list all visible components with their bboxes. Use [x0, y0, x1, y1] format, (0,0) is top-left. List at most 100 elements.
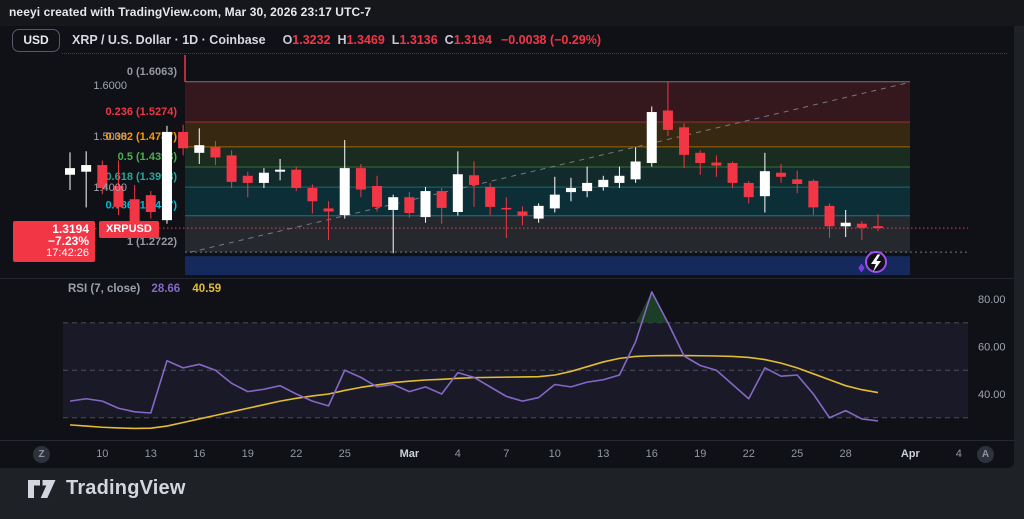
axis-date-label: 10 — [87, 448, 117, 460]
candle-body — [485, 187, 495, 207]
candle-body — [598, 180, 608, 187]
axis-date-label: 16 — [637, 448, 667, 460]
candle-body — [130, 199, 140, 223]
axis-date-label: 7 — [491, 448, 521, 460]
rsi-scale-label: 40.00 — [978, 389, 1006, 401]
axis-date-label: Apr — [895, 448, 925, 460]
axis-date-label: 22 — [734, 448, 764, 460]
candle-body — [291, 170, 301, 188]
candle-body — [437, 191, 447, 208]
symbol-legend: XRP / U.S. Dollar · 1D · Coinbase O1.3232… — [72, 33, 601, 47]
symbol-price-tag: XRPUSD — [99, 221, 159, 238]
ohlc-letter: O — [283, 33, 293, 47]
candle-body — [243, 176, 253, 183]
candle-body — [776, 173, 786, 177]
candle-body — [356, 168, 366, 189]
axis-date-label: 25 — [330, 448, 360, 460]
axis-date-label: 4 — [944, 448, 974, 460]
candle-body — [501, 208, 511, 210]
chart-header: USD XRP / U.S. Dollar · 1D · CoinbaseO1.… — [0, 26, 1014, 54]
candle-body — [841, 223, 851, 227]
candle-body — [711, 163, 721, 166]
axis-date-label: 22 — [281, 448, 311, 460]
ohlc-number: 1.3136 — [399, 33, 437, 47]
candle-body — [695, 153, 705, 163]
rsi-scale-label: 80.00 — [978, 294, 1006, 306]
ohlc-number: 1.3469 — [347, 33, 385, 47]
currency-toggle-button[interactable]: USD — [12, 29, 60, 52]
fib-extension-band — [185, 256, 910, 275]
fib-level-label: 0 (1.6063) — [127, 66, 177, 78]
candle-body — [663, 111, 673, 130]
candle-body — [421, 191, 431, 217]
candle-body — [340, 168, 350, 215]
candle-body — [372, 186, 382, 207]
candle-body — [679, 127, 689, 155]
time-axis[interactable]: 101316192225Mar4710131619222528Apr4ZA — [0, 440, 1014, 468]
fib-level-label: 0.236 (1.5274) — [105, 106, 177, 118]
candle-body — [275, 170, 285, 172]
scroll-left-button[interactable]: Z — [33, 446, 50, 463]
candle-body — [792, 179, 802, 184]
fib-band — [185, 216, 910, 252]
rsi-overbought-fill — [70, 292, 878, 323]
axis-date-label: 10 — [540, 448, 570, 460]
candle-body — [582, 183, 592, 191]
candle-body — [550, 195, 560, 209]
symbol-title: XRP / U.S. Dollar · 1D · Coinbase — [72, 33, 266, 47]
price-scale-label: 1.6000 — [93, 80, 127, 92]
candle-body — [760, 171, 770, 196]
candle-body — [728, 163, 738, 183]
candle-body — [146, 195, 156, 212]
rsi-pane[interactable]: 80.00 60.00 40.00 — [0, 278, 1014, 440]
candle-body — [566, 188, 576, 192]
candle-body — [324, 208, 334, 211]
candle-body — [162, 132, 172, 220]
candle-body — [453, 174, 463, 212]
price-pane[interactable]: 0 (1.6063)0.236 (1.5274)0.382 (1.4787)0.… — [0, 55, 1014, 278]
candle-body — [873, 226, 883, 228]
candle-body — [65, 168, 75, 175]
ohlc-number: 1.3194 — [454, 33, 492, 47]
bar-countdown: 17:42:26 — [17, 247, 89, 259]
ohlc-number: 1.3232 — [292, 33, 330, 47]
attribution-text: neeyi created with TradingView.com, Mar … — [9, 5, 371, 19]
candle-body — [825, 206, 835, 226]
candle-body — [744, 183, 754, 197]
fib-band — [185, 122, 910, 147]
candle-body — [647, 112, 657, 163]
scroll-right-button[interactable]: A — [977, 446, 994, 463]
rsi-scale-label: 60.00 — [978, 342, 1006, 354]
chart-card: USD XRP / U.S. Dollar · 1D · CoinbaseO1.… — [0, 26, 1014, 468]
axis-date-label: 28 — [831, 448, 861, 460]
ohlc-values: O1.3232H1.3469L1.3136C1.3194 — [276, 33, 492, 47]
axis-date-label: Mar — [394, 448, 424, 460]
candle-body — [614, 176, 624, 183]
candle-body — [194, 145, 204, 153]
candle-body — [388, 197, 398, 210]
candle-body — [517, 211, 527, 215]
candle-body — [307, 188, 317, 201]
last-price-badge: 1.3194 −7.23% 17:42:26 — [13, 221, 95, 262]
candle-body — [259, 173, 269, 183]
axis-date-label: 4 — [443, 448, 473, 460]
fib-band — [185, 147, 910, 167]
candle-body — [469, 175, 479, 185]
candle-body — [210, 147, 220, 157]
attribution-bar: neeyi created with TradingView.com, Mar … — [0, 0, 1024, 26]
tradingview-logo[interactable]: TradingView — [27, 477, 186, 500]
candle-body — [81, 165, 91, 172]
candle-body — [178, 132, 188, 148]
header-separator — [62, 53, 1007, 54]
ohlc-letter: C — [445, 33, 454, 47]
axis-date-label: 13 — [588, 448, 618, 460]
ohlc-letter: H — [338, 33, 347, 47]
tradingview-logo-icon — [27, 478, 57, 500]
change-value: −0.0038 (−0.29%) — [501, 33, 601, 47]
price-scale-label: 1.5000 — [93, 131, 127, 143]
tradingview-share-card: neeyi created with TradingView.com, Mar … — [0, 0, 1024, 519]
axis-date-label: 13 — [136, 448, 166, 460]
axis-date-label: 25 — [782, 448, 812, 460]
candle-body — [404, 197, 414, 213]
axis-date-label: 16 — [184, 448, 214, 460]
